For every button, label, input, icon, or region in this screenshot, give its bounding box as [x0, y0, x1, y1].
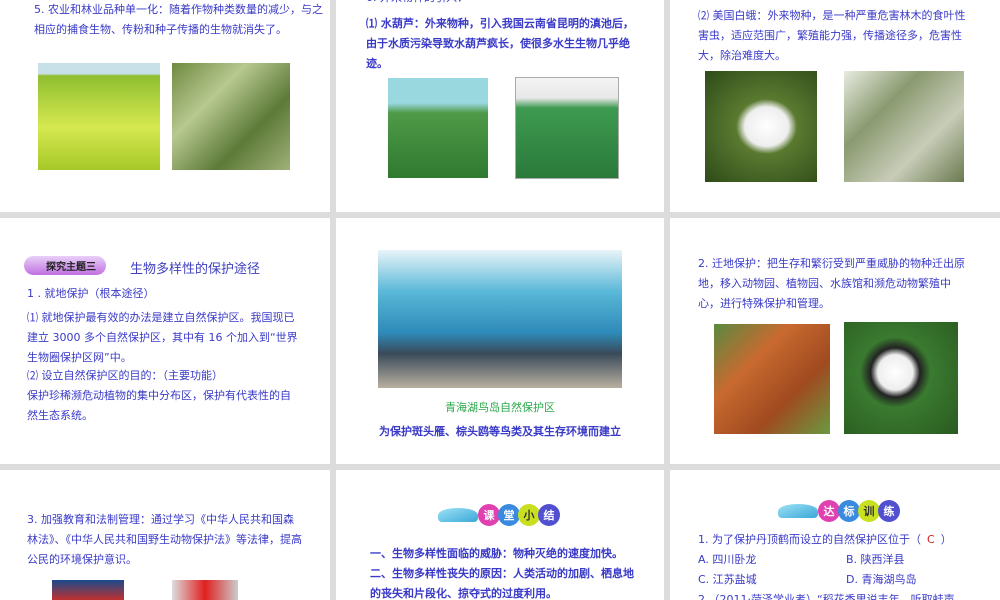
- section-heading: 生物多样性的保护途径: [130, 262, 261, 277]
- bird-island-image: [378, 250, 622, 388]
- topic-badge: 探究主题三: [24, 256, 106, 275]
- slide-text: 5. 农业和林业品种单一化：随着作物种类数量的减少，与之相应的捕食生物、传粉和种…: [34, 3, 323, 36]
- slide-4[interactable]: 探究主题三 生物多样性的保护途径 1 . 就地保护（根本途径） ⑴ 就地保护最有…: [0, 218, 330, 464]
- slide-title: 6. 外来物种的引入：: [366, 0, 468, 8]
- deer-image: [714, 324, 830, 434]
- slide-text: 2. 迁地保护：把生存和繁衍受到严重威胁的物种迁出原地，移入动物园、植物园、水族…: [698, 257, 965, 310]
- answer: C: [927, 533, 935, 546]
- summary-badge: 课 堂 小 结: [438, 504, 560, 526]
- slide-1[interactable]: 5. 农业和林业品种单一化：随着作物种类数量的减少，与之相应的捕食生物、传粉和种…: [0, 0, 330, 212]
- slide-9[interactable]: 达 标 训 练 1. 为了保护丹顶鹤而设立的自然保护区位于（ C ） A. 四川卧龙…: [670, 470, 1000, 600]
- slide-text: ⑴ 水葫芦：外来物种，引入我国云南省昆明的滇池后，由于水质污染导致水葫芦疯长，使…: [366, 17, 634, 70]
- badge-char: 达: [818, 500, 840, 522]
- image-caption: 青海湖鸟岛自然保护区: [445, 401, 555, 414]
- option-a: A. 四川卧龙: [698, 553, 757, 566]
- option-b: B. 陕西洋县: [846, 553, 905, 566]
- shop-image: [52, 580, 124, 600]
- book-icon: [778, 504, 818, 518]
- water-hyacinth-image-1: [388, 78, 488, 178]
- slide-6[interactable]: 2. 迁地保护：把生存和繁衍受到严重威胁的物种迁出原地，移入动物园、植物园、水族…: [670, 218, 1000, 464]
- white-moth-image: [705, 71, 817, 182]
- badge-char: 小: [518, 504, 540, 526]
- slide-8[interactable]: 课 堂 小 结 一、生物多样性面临的威胁：物种灭绝的速度加快。 二、生物多样性丧…: [336, 470, 664, 600]
- badge-char: 堂: [498, 504, 520, 526]
- summary-line-1: 一、生物多样性面临的威胁：物种灭绝的速度加快。: [370, 547, 623, 560]
- red-flower-image: [172, 580, 238, 600]
- option-d: D. 青海湖鸟岛: [846, 573, 917, 586]
- question-1-end: ）: [940, 533, 952, 546]
- badge-char: 课: [478, 504, 500, 526]
- book-icon: [438, 508, 478, 522]
- paragraph-2: ⑵ 设立自然保护区的目的：（主要功能）: [27, 369, 223, 382]
- practice-badge: 达 标 训 练: [778, 500, 900, 522]
- corn-field-image: [172, 63, 290, 170]
- summary-line-2: 二、生物多样性丧失的原因：人类活动的加剧、栖息地的丧失和片段化、掠夺式的过度利用…: [370, 567, 634, 600]
- slide-2[interactable]: 6. 外来物种的引入： ⑴ 水葫芦：外来物种，引入我国云南省昆明的滇池后，由于水…: [336, 0, 664, 212]
- question-2: 2.（2011·菏泽学业考）“稻花香里说丰年，听取蛙声: [698, 593, 955, 600]
- paragraph-3: 保护珍稀濒危动植物的集中分布区，保护有代表性的自然生态系统。: [27, 389, 291, 422]
- question-1: 1. 为了保护丹顶鹤而设立的自然保护区位于（ C ）: [698, 530, 952, 550]
- slide-text: ⑵ 美国白蛾：外来物种，是一种严重危害林木的食叶性害虫，适应范围广，繁殖能力强，…: [698, 9, 966, 62]
- topic-badge-label: 探究主题三: [24, 256, 106, 275]
- slide-3[interactable]: ⑵ 美国白蛾：外来物种，是一种严重危害林木的食叶性害虫，适应范围广，繁殖能力强，…: [670, 0, 1000, 212]
- damaged-tree-image: [844, 71, 964, 182]
- paragraph-1: ⑴ 就地保护最有效的办法是建立自然保护区。我国现已建立 3000 多个自然保护区…: [27, 311, 298, 364]
- image-description: 为保护斑头雁、棕头鸥等鸟类及其生存环境而建立: [379, 425, 621, 438]
- badge-char: 结: [538, 504, 560, 526]
- badge-char: 训: [858, 500, 880, 522]
- water-hyacinth-image-2: [515, 77, 619, 179]
- question-1-text: 1. 为了保护丹顶鹤而设立的自然保护区位于（: [698, 533, 921, 546]
- badge-char: 练: [878, 500, 900, 522]
- option-c: C. 江苏盐城: [698, 573, 757, 586]
- slide-7[interactable]: 3. 加强教育和法制管理：通过学习《中华人民共和国森林法》、《中华人民共和国野生…: [0, 470, 330, 600]
- badge-char: 标: [838, 500, 860, 522]
- panda-image: [844, 322, 958, 434]
- slide-5[interactable]: 青海湖鸟岛自然保护区 为保护斑头雁、棕头鸥等鸟类及其生存环境而建立: [336, 218, 664, 464]
- rice-field-image: [38, 63, 160, 170]
- slide-text: 3. 加强教育和法制管理：通过学习《中华人民共和国森林法》、《中华人民共和国野生…: [27, 513, 302, 566]
- subheading: 1 . 就地保护（根本途径）: [27, 287, 155, 300]
